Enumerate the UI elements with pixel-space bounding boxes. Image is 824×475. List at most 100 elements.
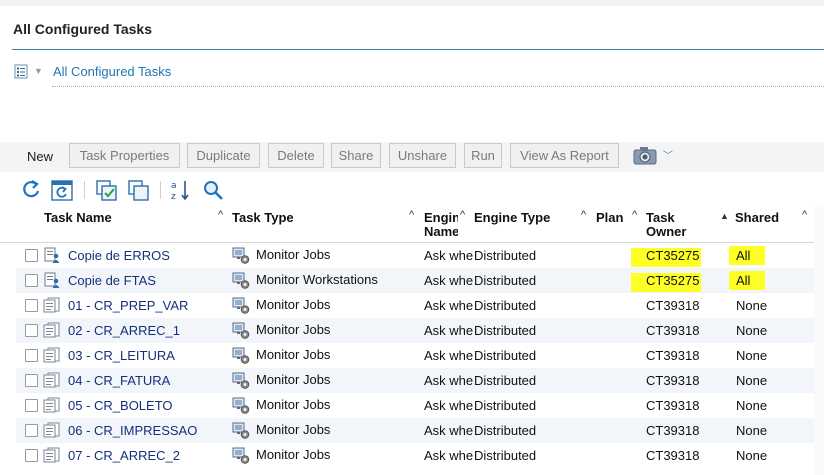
shared-cell: None (736, 348, 768, 363)
view-as-report-button[interactable]: View As Report (510, 143, 619, 168)
table-row[interactable]: 02 - CR_ARREC_1 Monitor Jobs Ask when need… (16, 318, 814, 343)
table-row[interactable]: 07 - CR_ARREC_2 Monitor Jobs Ask when need… (16, 443, 814, 468)
task-name-link[interactable]: Copie de ERROS (68, 248, 170, 263)
row-checkbox[interactable] (25, 299, 38, 312)
engine-type-cell: Distributed (474, 348, 537, 363)
svg-text:z: z (171, 192, 176, 202)
svg-text:a: a (171, 181, 177, 191)
task-owner-cell: CT39318 (646, 373, 700, 388)
table-row[interactable]: 01 - CR_PREP_VAR Monitor Jobs Ask when nee… (16, 293, 814, 318)
engine-type-cell: Distributed (474, 273, 537, 288)
table-row[interactable]: 03 - CR_LEITURA Monitor Jobs Ask when need… (16, 343, 814, 368)
shared-cell: All (736, 248, 751, 263)
duplicate-button[interactable]: Duplicate (187, 143, 260, 168)
new-button[interactable]: New (27, 149, 53, 164)
task-name-link[interactable]: 02 - CR_ARREC_1 (68, 323, 180, 338)
task-icon (43, 447, 61, 463)
task-owner-cell: CT39318 (646, 448, 700, 463)
engine-type-cell: Distributed (474, 248, 537, 263)
engine-name-cell: Ask when needed (424, 348, 473, 363)
shared-cell: All (736, 273, 751, 288)
column-header-shared[interactable]: Shared (735, 211, 779, 225)
chevron-down-icon[interactable]: ▼ (34, 66, 43, 76)
shared-task-icon (43, 247, 61, 263)
shared-cell: None (736, 398, 768, 413)
table-row[interactable]: Copie de FTAS Monitor Workstations Ask whe… (16, 268, 814, 293)
view-link[interactable]: All Configured Tasks (53, 64, 171, 79)
sort-ascending-icon[interactable]: ▲ (720, 211, 729, 221)
row-checkbox[interactable] (25, 274, 38, 287)
row-checkbox[interactable] (25, 324, 38, 337)
list-view-icon[interactable] (14, 64, 28, 79)
table-row[interactable]: 04 - CR_FATURA Monitor Jobs Ask when neede… (16, 368, 814, 393)
sort-arrow-icon[interactable]: ^ (460, 209, 465, 221)
engine-type-cell: Distributed (474, 298, 537, 313)
task-owner-cell: CT35275 (646, 248, 700, 263)
table-row[interactable]: 06 - CR_IMPRESSAO Monitor Jobs Ask when ne… (16, 418, 814, 443)
shared-cell: None (736, 423, 768, 438)
task-type-cell: Monitor Jobs (256, 297, 331, 312)
task-owner-cell: CT39318 (646, 398, 700, 413)
refresh-icon[interactable] (20, 178, 42, 202)
view-selector[interactable]: ▼ All Configured Tasks (14, 62, 824, 84)
column-header-task-name[interactable]: Task Name (44, 211, 112, 225)
task-type-cell: Monitor Jobs (256, 372, 331, 387)
row-checkbox[interactable] (25, 249, 38, 262)
task-name-link[interactable]: Copie de FTAS (68, 273, 156, 288)
task-name-link[interactable]: 05 - CR_BOLETO (68, 398, 173, 413)
sort-arrow-icon[interactable]: ^ (409, 209, 414, 221)
select-all-icon[interactable] (96, 178, 118, 202)
row-checkbox[interactable] (25, 374, 38, 387)
chevron-down-icon[interactable]: ﹀ (663, 147, 673, 162)
sort-arrow-icon[interactable]: ^ (581, 209, 586, 221)
task-name-link[interactable]: 06 - CR_IMPRESSAO (68, 423, 197, 438)
top-strip (0, 0, 824, 6)
column-header-engine-name[interactable]: Engine Name (424, 211, 458, 239)
row-checkbox[interactable] (25, 424, 38, 437)
monitor-task-type-icon (232, 372, 250, 389)
task-name-link[interactable]: 03 - CR_LEITURA (68, 348, 175, 363)
row-checkbox[interactable] (25, 399, 38, 412)
task-owner-cell: CT39318 (646, 348, 700, 363)
delete-button[interactable]: Delete (268, 143, 324, 168)
sort-arrow-icon[interactable]: ^ (802, 209, 807, 221)
column-header-task-type[interactable]: Task Type (232, 211, 294, 225)
engine-name-cell: Ask when needed (424, 448, 473, 463)
monitor-task-type-icon (232, 247, 250, 264)
column-header-plan[interactable]: Plan (596, 211, 623, 225)
engine-name-cell: Ask when needed (424, 273, 473, 288)
engine-name-cell: Ask when needed (424, 248, 473, 263)
table-row[interactable]: 05 - CR_BOLETO Monitor Jobs Ask when neede… (16, 393, 814, 418)
sort-icon[interactable]: a z (170, 178, 192, 202)
title-divider (12, 49, 824, 50)
task-name-link[interactable]: 07 - CR_ARREC_2 (68, 448, 180, 463)
scrollbar-track[interactable] (814, 207, 824, 475)
unshare-button[interactable]: Unshare (389, 143, 456, 168)
engine-type-cell: Distributed (474, 323, 537, 338)
task-type-cell: Monitor Jobs (256, 447, 331, 462)
run-button[interactable]: Run (464, 143, 502, 168)
task-name-link[interactable]: 04 - CR_FATURA (68, 373, 170, 388)
shared-task-icon (43, 272, 61, 288)
shared-cell: None (736, 448, 768, 463)
table-header: Task Name ^ Task Type ^ Engine Name ^ En… (0, 207, 824, 242)
sort-arrow-icon[interactable]: ^ (218, 209, 223, 221)
task-owner-cell: CT39318 (646, 423, 700, 438)
task-properties-button[interactable]: Task Properties (69, 143, 180, 168)
sort-arrow-icon[interactable]: ^ (632, 209, 637, 221)
row-checkbox[interactable] (25, 349, 38, 362)
row-checkbox[interactable] (25, 449, 38, 462)
task-owner-cell: CT35275 (646, 273, 700, 288)
task-type-cell: Monitor Jobs (256, 322, 331, 337)
search-icon[interactable] (203, 178, 225, 202)
auto-refresh-icon[interactable] (51, 178, 73, 202)
column-header-engine-type[interactable]: Engine Type (474, 211, 550, 225)
deselect-all-icon[interactable] (128, 178, 150, 202)
table-row[interactable]: Copie de ERROS Monitor Jobs Ask when neede… (16, 243, 814, 268)
monitor-task-type-icon (232, 397, 250, 414)
share-button[interactable]: Share (331, 143, 381, 168)
column-header-task-owner[interactable]: Task Owner (646, 211, 706, 241)
task-name-link[interactable]: 01 - CR_PREP_VAR (68, 298, 188, 313)
monitor-task-type-icon (232, 447, 250, 464)
camera-icon[interactable] (633, 145, 657, 165)
